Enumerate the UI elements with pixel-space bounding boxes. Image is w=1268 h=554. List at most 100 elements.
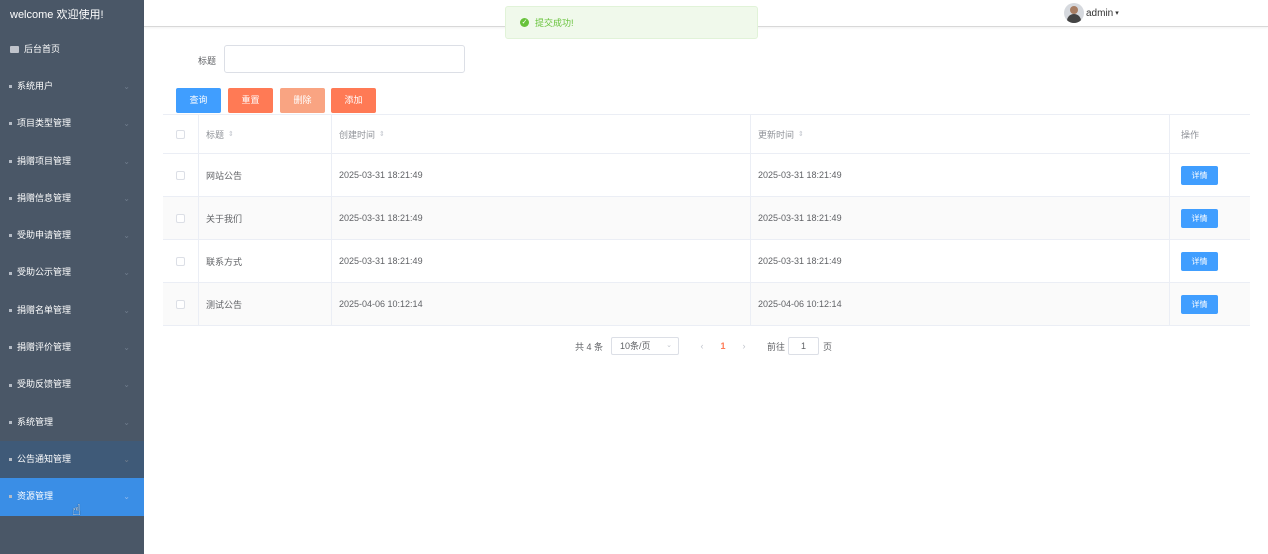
bullet-icon — [9, 458, 12, 462]
row-checkbox-cell — [163, 240, 199, 282]
sidebar: welcome 欢迎使用! 后台首页 系统用户 ⌄ 项目类型管理 ⌄ 捐赠项目管理 ⌄… — [0, 0, 144, 554]
bullet-icon — [9, 346, 12, 350]
detail-button[interactable]: 详情 — [1181, 251, 1218, 271]
chevron-down-icon: ⌄ — [123, 454, 130, 464]
bullet-icon — [9, 308, 12, 312]
username: admin — [1086, 7, 1114, 19]
bullet-icon — [9, 420, 12, 424]
detail-button[interactable]: 详情 — [1181, 208, 1218, 228]
sidebar-item-system-management[interactable]: 系统管理 ⌄ — [0, 404, 144, 441]
sidebar-item-aid-feedback[interactable]: 受助反馈管理 ⌄ — [0, 366, 144, 403]
chevron-down-icon: ⌄ — [123, 193, 130, 203]
page-suffix: 页 — [823, 341, 833, 352]
cell-title: 关于我们 — [199, 197, 332, 239]
header-checkbox-cell — [163, 115, 199, 153]
header-operation: 操作 — [1170, 115, 1250, 153]
page-size-select[interactable]: 10条/页 ⌄ — [611, 337, 680, 355]
add-button[interactable]: 添加 — [331, 88, 376, 113]
sort-icon[interactable]: ⇕ — [798, 130, 804, 138]
column-label: 操作 — [1181, 129, 1200, 140]
page-number-current[interactable]: 1 — [714, 341, 732, 351]
cell-created: 2025-04-06 10:12:14 — [332, 283, 751, 325]
sidebar-item-donation-reviews[interactable]: 捐赠评价管理 ⌄ — [0, 329, 144, 366]
row-checkbox[interactable] — [176, 170, 185, 180]
check-circle-icon: ✓ — [520, 18, 529, 27]
sidebar-item-system-users[interactable]: 系统用户 ⌄ — [0, 68, 144, 105]
next-page-icon[interactable]: › — [735, 341, 753, 351]
chevron-down-icon: ⌄ — [123, 82, 130, 91]
header-updated[interactable]: 更新时间 ⇕ — [751, 115, 1170, 153]
sidebar-item-label: 资源管理 — [17, 491, 54, 502]
chevron-down-icon: ⌄ — [123, 492, 130, 502]
column-label: 更新时间 — [758, 129, 795, 140]
cell-created: 2025-03-31 18:21:49 — [332, 154, 751, 196]
sidebar-item-aid-publicity[interactable]: 受助公示管理 ⌄ — [0, 254, 144, 291]
bullet-icon — [9, 383, 12, 387]
sidebar-item-label: 系统管理 — [17, 416, 54, 427]
row-checkbox[interactable] — [176, 299, 185, 309]
sort-icon[interactable]: ⇕ — [379, 130, 385, 138]
sidebar-item-donation-projects[interactable]: 捐赠项目管理 ⌄ — [0, 143, 144, 180]
cell-title: 网站公告 — [199, 154, 332, 196]
bullet-icon — [9, 159, 12, 163]
user-menu[interactable]: admin ▾ — [1064, 2, 1119, 24]
sidebar-item-label: 受助申请管理 — [17, 230, 72, 241]
bullet-icon — [9, 122, 12, 126]
bullet-icon — [9, 271, 12, 275]
table-row: 联系方式 2025-03-31 18:21:49 2025-03-31 18:2… — [163, 240, 1250, 283]
cell-updated: 2025-04-06 10:12:14 — [751, 283, 1170, 325]
goto-page-input[interactable]: 1 — [788, 337, 820, 355]
chevron-down-icon: ⌄ — [123, 268, 130, 278]
cell-updated: 2025-03-31 18:21:49 — [751, 154, 1170, 196]
sidebar-item-label: 捐赠评价管理 — [17, 342, 72, 353]
chevron-down-icon: ⌄ — [123, 417, 130, 427]
avatar — [1064, 3, 1084, 23]
row-checkbox[interactable] — [176, 256, 185, 266]
delete-button[interactable]: 删除 — [280, 88, 325, 113]
header-title[interactable]: 标题 ⇕ — [199, 115, 332, 153]
column-label: 标题 — [206, 129, 225, 140]
table-row: 网站公告 2025-03-31 18:21:49 2025-03-31 18:2… — [163, 154, 1250, 197]
chevron-down-icon: ⌄ — [123, 380, 130, 390]
data-table: 标题 ⇕ 创建时间 ⇕ 更新时间 ⇕ 操作 网站公告 2025-03-31 18:21… — [163, 114, 1250, 326]
sidebar-item-label: 受助反馈管理 — [17, 379, 72, 390]
sidebar-item-label: 系统用户 — [17, 81, 54, 91]
cell-operation: 详情 — [1170, 283, 1250, 325]
chevron-down-icon: ⌄ — [666, 342, 673, 349]
goto-label: 前往 — [767, 341, 786, 352]
sort-icon[interactable]: ⇕ — [228, 130, 234, 138]
sidebar-item-donor-list[interactable]: 捐赠名单管理 ⌄ — [0, 292, 144, 329]
pagination: 共 4 条 10条/页 ⌄ ‹ 1 › 前往 1 页 — [575, 337, 832, 355]
toast-message: 提交成功! — [535, 18, 574, 28]
bullet-icon — [9, 234, 12, 238]
cell-operation: 详情 — [1170, 240, 1250, 282]
detail-button[interactable]: 详情 — [1181, 294, 1218, 314]
pagination-total: 共 4 条 — [575, 341, 604, 352]
cell-created: 2025-03-31 18:21:49 — [332, 197, 751, 239]
sidebar-item-home[interactable]: 后台首页 — [0, 30, 144, 68]
sidebar-item-aid-applications[interactable]: 受助申请管理 ⌄ — [0, 217, 144, 254]
sidebar-item-label: 后台首页 — [24, 44, 61, 54]
sidebar-item-donation-info[interactable]: 捐赠信息管理 ⌄ — [0, 180, 144, 217]
reset-button[interactable]: 重置 — [228, 88, 273, 113]
sidebar-item-label: 捐赠名单管理 — [17, 304, 72, 315]
sidebar-item-label: 项目类型管理 — [17, 118, 72, 129]
hand-pointer-icon: ☝ — [72, 502, 82, 519]
sidebar-item-announcements[interactable]: 公告通知管理 ⌄ — [0, 440, 144, 479]
row-checkbox[interactable] — [176, 213, 185, 223]
title-search-input[interactable] — [224, 45, 465, 73]
cell-updated: 2025-03-31 18:21:49 — [751, 197, 1170, 239]
header-created[interactable]: 创建时间 ⇕ — [332, 115, 751, 153]
sidebar-item-project-types[interactable]: 项目类型管理 ⌄ — [0, 105, 144, 142]
select-all-checkbox[interactable] — [176, 129, 185, 139]
cell-operation: 详情 — [1170, 197, 1250, 239]
detail-button[interactable]: 详情 — [1181, 165, 1218, 185]
query-button[interactable]: 查询 — [176, 88, 221, 113]
row-checkbox-cell — [163, 154, 199, 196]
chevron-down-icon: ⌄ — [123, 343, 130, 353]
cell-created: 2025-03-31 18:21:49 — [332, 240, 751, 282]
cell-title: 联系方式 — [199, 240, 332, 282]
prev-page-icon[interactable]: ‹ — [693, 341, 711, 351]
column-label: 创建时间 — [339, 129, 376, 140]
bullet-icon — [9, 197, 12, 201]
